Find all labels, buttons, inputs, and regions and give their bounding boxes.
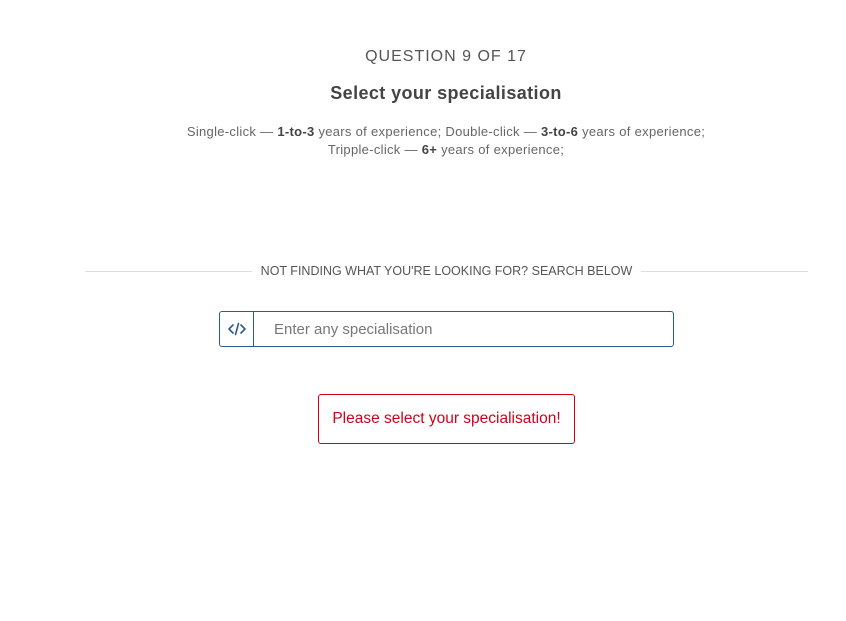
divider-line-left <box>85 270 252 272</box>
experience-hint: Single-click — 1-to-3 years of experienc… <box>100 123 792 159</box>
hint-single-range: 1-to-3 <box>277 124 315 139</box>
specialisation-search-input[interactable] <box>254 312 673 346</box>
search-divider-label: NOT FINDING WHAT YOU'RE LOOKING FOR? SEA… <box>260 264 633 278</box>
hint-single-prefix: Single-click — <box>186 124 278 139</box>
question-progress: QUESTION 9 OF 17 <box>365 48 527 65</box>
hint-triple-range: 6+ <box>421 142 438 157</box>
divider-line-right <box>641 270 808 272</box>
hint-triple-prefix: Tripple-click — <box>327 142 422 157</box>
page-title: Select your specialisation <box>330 83 562 103</box>
code-icon <box>220 312 254 346</box>
hint-triple-suffix: years of experience; <box>437 142 565 157</box>
hint-single-suffix: years of experience; Double-click — <box>314 124 541 139</box>
hint-double-suffix: years of experience; <box>578 124 706 139</box>
search-field <box>219 311 674 347</box>
search-divider: NOT FINDING WHAT YOU'RE LOOKING FOR? SEA… <box>85 262 808 280</box>
validation-error: Please select your specialisation! <box>318 394 575 444</box>
hint-double-range: 3-to-6 <box>540 124 579 139</box>
